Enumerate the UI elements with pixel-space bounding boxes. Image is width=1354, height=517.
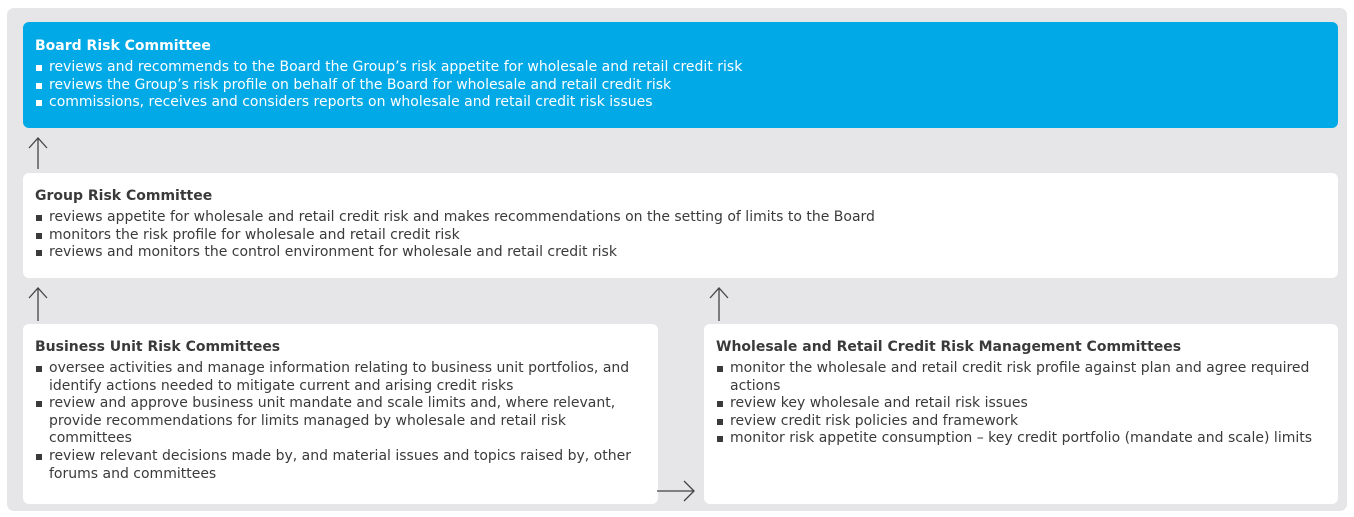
list-item: oversee activities and manage informatio… (35, 360, 646, 395)
list-item: monitor risk appetite consumption – key … (716, 430, 1326, 448)
wholesale-retail-credit-risk-committees-list: monitor the wholesale and retail credit … (716, 360, 1326, 448)
group-risk-committee-title: Group Risk Committee (35, 188, 213, 204)
list-item: reviews and recommends to the Board the … (35, 59, 1326, 77)
board-risk-committee-box: Board Risk Committee reviews and recomme… (23, 22, 1338, 128)
arrow-right-icon (657, 480, 695, 502)
list-item: commissions, receives and considers repo… (35, 94, 1326, 112)
list-item: review credit risk policies and framewor… (716, 413, 1326, 431)
group-risk-committee-box: Group Risk Committee reviews appetite fo… (23, 173, 1338, 278)
group-risk-committee-list: reviews appetite for wholesale and retai… (35, 209, 1326, 262)
list-item: reviews appetite for wholesale and retai… (35, 209, 1326, 227)
business-unit-risk-committees-title: Business Unit Risk Committees (35, 339, 281, 355)
list-item: review key wholesale and retail risk iss… (716, 395, 1326, 413)
list-item: reviews and monitors the control environ… (35, 244, 1326, 262)
list-item: monitor the wholesale and retail credit … (716, 360, 1326, 395)
list-item: monitors the risk profile for wholesale … (35, 227, 1326, 245)
list-item: reviews the Group’s risk profile on beha… (35, 77, 1326, 95)
board-risk-committee-title: Board Risk Committee (35, 38, 211, 54)
wholesale-retail-credit-risk-committees-box: Wholesale and Retail Credit Risk Managem… (704, 324, 1338, 504)
arrow-up-icon (709, 287, 729, 321)
business-unit-risk-committees-list: oversee activities and manage informatio… (35, 360, 646, 483)
arrow-up-icon (28, 137, 48, 169)
board-risk-committee-list: reviews and recommends to the Board the … (35, 59, 1326, 112)
wholesale-retail-credit-risk-committees-title: Wholesale and Retail Credit Risk Managem… (716, 339, 1182, 355)
business-unit-risk-committees-box: Business Unit Risk Committees oversee ac… (23, 324, 658, 504)
list-item: review relevant decisions made by, and m… (35, 448, 646, 483)
arrow-up-icon (28, 287, 48, 321)
list-item: review and approve business unit mandate… (35, 395, 646, 448)
